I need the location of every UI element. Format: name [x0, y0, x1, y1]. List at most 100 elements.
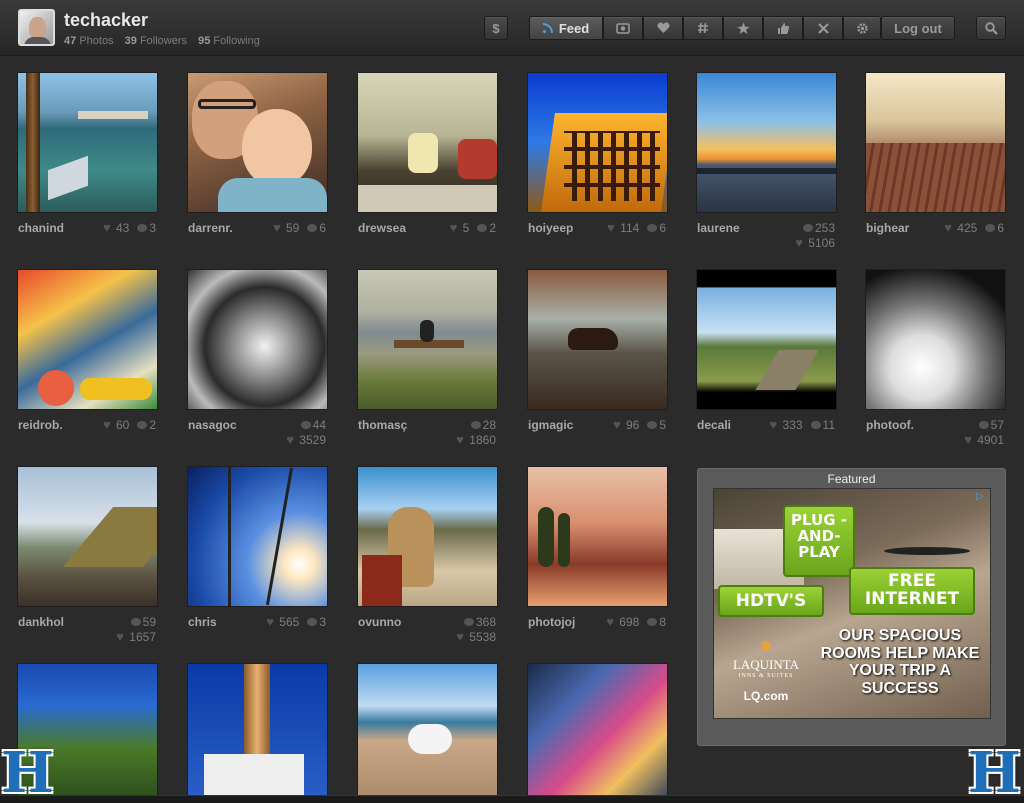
photo-thumbnail[interactable] [18, 73, 157, 212]
comment-count: 6 [997, 221, 1004, 235]
photo-username[interactable]: photoof. [866, 418, 926, 432]
stat-following[interactable]: 95 Following [198, 35, 260, 47]
comment-icon[interactable] [470, 421, 481, 429]
photo-thumbnail[interactable] [188, 664, 327, 803]
photo-username[interactable]: drewsea [358, 221, 418, 235]
photo-username[interactable]: laurene [697, 221, 757, 235]
photo-thumbnail[interactable] [528, 664, 667, 803]
heart-icon[interactable] [607, 220, 618, 235]
heart-icon[interactable] [795, 235, 806, 250]
comment-icon[interactable] [647, 224, 658, 232]
heart-icon[interactable] [450, 220, 461, 235]
dollar-button[interactable]: $ [484, 16, 508, 40]
comment-count: 59 [142, 615, 156, 629]
photo-thumbnail[interactable] [866, 73, 1005, 212]
comment-icon[interactable] [137, 224, 148, 232]
search-button[interactable] [976, 16, 1006, 40]
comment-icon[interactable] [802, 224, 813, 232]
photo-username[interactable]: darrenr. [188, 221, 248, 235]
comment-icon[interactable] [463, 618, 474, 626]
ad-url[interactable]: LQ.com [726, 689, 806, 703]
likes-button[interactable] [643, 16, 683, 40]
photo-username[interactable]: chanind [18, 221, 78, 235]
watermark-logo-right: H [968, 745, 1021, 801]
photo-card: thomasç 281860 [358, 270, 498, 447]
photo-username[interactable]: reidrob. [18, 418, 78, 432]
heart-icon[interactable] [613, 417, 624, 432]
photo-thumbnail[interactable] [358, 664, 497, 803]
photo-thumbnail[interactable] [697, 270, 836, 409]
photo-thumbnail[interactable] [358, 73, 497, 212]
comment-icon[interactable] [130, 618, 141, 626]
stat-photos[interactable]: 47 Photos [64, 35, 114, 47]
settings-button[interactable] [843, 16, 881, 40]
heart-icon[interactable] [456, 629, 467, 644]
comment-icon[interactable] [985, 224, 996, 232]
photo-thumbnail[interactable] [188, 467, 327, 606]
comment-icon[interactable] [307, 618, 318, 626]
photo-element [408, 724, 452, 754]
photo-thumbnail[interactable] [18, 467, 157, 606]
heart-icon[interactable] [456, 432, 467, 447]
photo-element [218, 178, 327, 212]
photo-username[interactable]: nasagoc [188, 418, 248, 432]
heart-icon[interactable] [103, 417, 114, 432]
advertisement[interactable]: PLUG -AND- PLAY FREE INTERNET HDTV'S LAQ… [713, 488, 991, 719]
adchoices-icon[interactable]: ▷ [976, 491, 988, 503]
comment-icon[interactable] [810, 421, 821, 429]
comment-icon[interactable] [137, 421, 148, 429]
photo-thumbnail[interactable] [188, 73, 327, 212]
profile-username[interactable]: techacker [64, 10, 148, 31]
photo-counts: 591657 [76, 615, 156, 645]
photo-username[interactable]: decali [697, 418, 757, 432]
heart-icon[interactable] [103, 220, 114, 235]
camera-button[interactable] [603, 16, 643, 40]
photo-card: laurene 2535106 [697, 73, 837, 250]
photo-card: chanind 43 3 [18, 73, 158, 235]
heart-icon[interactable] [770, 417, 781, 432]
avatar[interactable] [18, 9, 55, 46]
photo-meta: reidrob. 60 2 [18, 417, 158, 448]
comment-icon[interactable] [307, 224, 318, 232]
photo-thumbnail[interactable] [697, 73, 836, 212]
hashtag-button[interactable] [683, 16, 723, 40]
watermark-letter: H [1, 740, 54, 803]
thumbs-up-button[interactable] [763, 16, 803, 40]
heart-icon[interactable] [116, 629, 127, 644]
heart-icon[interactable] [273, 220, 284, 235]
heart-icon[interactable] [964, 432, 975, 447]
photo-thumbnail[interactable] [358, 467, 497, 606]
photo-username[interactable]: igmagic [528, 418, 588, 432]
photo-username[interactable]: chris [188, 615, 248, 629]
photo-username[interactable]: dankhol [18, 615, 78, 629]
heart-icon[interactable] [606, 614, 617, 629]
comment-icon[interactable] [647, 618, 658, 626]
photo-element [198, 99, 256, 109]
comment-icon[interactable] [300, 421, 311, 429]
photo-username[interactable]: thomasç [358, 418, 418, 432]
comment-count: 44 [312, 418, 326, 432]
stat-followers[interactable]: 39 Followers [125, 35, 187, 47]
photo-thumbnail[interactable] [358, 270, 497, 409]
photo-thumbnail[interactable] [18, 270, 157, 409]
tools-button[interactable] [803, 16, 843, 40]
comment-icon[interactable] [978, 421, 989, 429]
photo-thumbnail[interactable] [188, 270, 327, 409]
popular-button[interactable] [723, 16, 763, 40]
heart-icon[interactable] [944, 220, 955, 235]
heart-icon[interactable] [266, 614, 277, 629]
photo-username[interactable]: bighear [866, 221, 926, 235]
comment-icon[interactable] [477, 224, 488, 232]
photo-username[interactable]: photojoj [528, 615, 588, 629]
photo-thumbnail[interactable] [866, 270, 1005, 409]
logout-button[interactable]: Log out [881, 16, 955, 40]
comment-icon[interactable] [647, 421, 658, 429]
photo-thumbnail[interactable] [528, 270, 667, 409]
heart-icon[interactable] [286, 432, 297, 447]
photo-thumbnail[interactable] [528, 467, 667, 606]
photo-username[interactable]: hoiyeep [528, 221, 588, 235]
photo-card [528, 664, 668, 803]
photo-username[interactable]: ovunno [358, 615, 418, 629]
photo-thumbnail[interactable] [528, 73, 667, 212]
feed-button[interactable]: Feed [529, 16, 603, 40]
